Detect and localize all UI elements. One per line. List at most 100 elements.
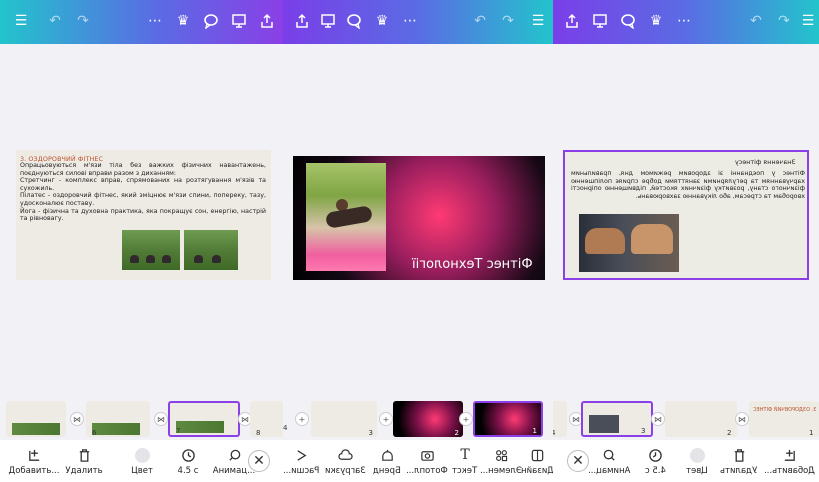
page-number: 6 bbox=[92, 429, 97, 437]
brand-icon bbox=[378, 446, 396, 464]
camera-icon bbox=[418, 446, 436, 464]
page-number: 4 bbox=[553, 429, 556, 437]
share-icon[interactable] bbox=[256, 10, 278, 32]
comment-icon[interactable] bbox=[200, 10, 222, 32]
trash-icon bbox=[730, 446, 748, 464]
page-thumbnail-selected[interactable]: 3 bbox=[581, 401, 653, 437]
animation-icon bbox=[225, 446, 243, 464]
redo-icon[interactable]: ↷ bbox=[497, 10, 519, 32]
animation-icon bbox=[600, 446, 618, 464]
close-icon[interactable]: ✕ bbox=[248, 450, 270, 472]
slide-body: Опрацьовуються м'язи тіла без важких фіз… bbox=[20, 162, 266, 223]
undo-icon[interactable]: ↶ bbox=[469, 10, 491, 32]
page-number: 4 bbox=[283, 424, 288, 432]
delete-button[interactable]: Удалить bbox=[56, 442, 112, 480]
apps-icon bbox=[292, 446, 310, 464]
transition-icon[interactable]: ⋈ bbox=[651, 412, 665, 426]
thumbnail-title: 3. ОЗДОРОВЧИЙ ФІТНЕС bbox=[753, 407, 817, 413]
present-icon[interactable] bbox=[317, 10, 339, 32]
slide-canvas-selected[interactable]: Значення фітнесу Фітнес у поєднанні зі з… bbox=[563, 150, 809, 280]
slide-canvas[interactable]: 3. ОЗДОРОВЧИЙ ФІТНЕС Опрацьовуються м'яз… bbox=[16, 150, 271, 280]
fitness-class-photo[interactable] bbox=[306, 163, 386, 271]
page-number: 1 bbox=[809, 429, 814, 437]
slide-canvas[interactable]: Фітнес Технології bbox=[293, 156, 545, 280]
page-thumbnail[interactable]: 4 bbox=[553, 401, 567, 437]
color-icon bbox=[688, 446, 706, 464]
page-number: 8 bbox=[256, 429, 261, 437]
page-thumbnail[interactable]: 2 bbox=[665, 401, 737, 437]
page-filmstrip: ⋈ 6 ⋈ 7 ⋈ 8 bbox=[0, 398, 283, 438]
page-number: 3 bbox=[641, 427, 646, 435]
slide-paragraph: Йога - фізична та духовна практика, яка … bbox=[20, 207, 266, 223]
color-icon bbox=[133, 446, 151, 464]
crown-icon[interactable]: ♛ bbox=[172, 10, 194, 32]
transition-icon[interactable]: ⋈ bbox=[70, 412, 84, 426]
menu-icon[interactable]: ☰ bbox=[797, 10, 819, 32]
present-icon[interactable] bbox=[228, 10, 250, 32]
timer-icon bbox=[179, 446, 197, 464]
page-thumbnail-selected[interactable]: 7 bbox=[168, 401, 240, 437]
menu-icon[interactable]: ☰ bbox=[10, 10, 32, 32]
transition-icon[interactable]: ⋈ bbox=[154, 412, 168, 426]
page-thumbnail[interactable]: 8 bbox=[250, 401, 283, 437]
slide-title: Значення фітнесу bbox=[734, 158, 796, 166]
top-toolbar: ♛ ⋯ ↶ ↷ ☰ bbox=[553, 0, 819, 44]
present-icon[interactable] bbox=[589, 10, 611, 32]
page-number: 2 bbox=[727, 429, 732, 437]
crown-icon[interactable]: ♛ bbox=[371, 10, 393, 32]
add-page-icon bbox=[25, 446, 43, 464]
editor-panel-middle: ♛ ⋯ ↶ ↷ ☰ Фітнес Технології + 3 + 2 + 1 … bbox=[283, 0, 553, 482]
top-toolbar: ♛ ⋯ ↶ ↷ ☰ bbox=[283, 0, 553, 44]
slide-paragraph: Пілатес - оздоровчий фітнес, який зміцню… bbox=[20, 192, 266, 207]
top-toolbar: ☰ ↶ ↷ ⋯ ♛ bbox=[0, 0, 283, 44]
add-page-icon bbox=[780, 446, 798, 464]
more-icon[interactable]: ⋯ bbox=[399, 10, 421, 32]
transition-icon[interactable]: ⋈ bbox=[735, 412, 749, 426]
undo-icon[interactable]: ↶ bbox=[745, 10, 767, 32]
page-number: 7 bbox=[176, 427, 181, 435]
menu-icon[interactable]: ☰ bbox=[527, 10, 549, 32]
slide-paragraph: Опрацьовуються м'язи тіла без важких фіз… bbox=[20, 162, 266, 177]
comment-icon[interactable] bbox=[343, 10, 365, 32]
page-number: 2 bbox=[454, 429, 459, 437]
park-yoga-photo[interactable] bbox=[122, 230, 180, 270]
redo-icon[interactable]: ↷ bbox=[773, 10, 795, 32]
trash-icon bbox=[75, 446, 93, 464]
page-number: 3 bbox=[368, 429, 373, 437]
redo-icon[interactable]: ↷ bbox=[72, 10, 94, 32]
delete-button[interactable]: Удалить bbox=[711, 442, 767, 480]
crown-icon[interactable]: ♛ bbox=[645, 10, 667, 32]
more-icon[interactable]: ⋯ bbox=[144, 10, 166, 32]
slide-paragraph: Стретчинг - комплекс вправ, спрямованих … bbox=[20, 177, 266, 192]
editor-panel-right: ♛ ⋯ ↶ ↷ ☰ Значення фітнесу Фітнес у поєд… bbox=[553, 0, 819, 482]
design-icon bbox=[528, 446, 546, 464]
editor-toolbar: Расши... Загрузки Бренд Фотопл... T Текс… bbox=[283, 440, 553, 482]
page-toolbar: Добавить... Удалить Цвет 4.5 с Анимац...… bbox=[0, 440, 283, 482]
more-icon[interactable]: ⋯ bbox=[673, 10, 695, 32]
page-thumbnail[interactable]: 3 bbox=[311, 401, 377, 437]
share-icon[interactable] bbox=[291, 10, 313, 32]
undo-icon[interactable]: ↶ bbox=[44, 10, 66, 32]
design-button[interactable]: Дизайн bbox=[509, 442, 553, 480]
add-transition-icon[interactable]: + bbox=[295, 412, 309, 426]
comment-icon[interactable] bbox=[617, 10, 639, 32]
editor-panel-left: ☰ ↶ ↷ ⋯ ♛ 3. ОЗДОРОВЧИЙ ФІТНЕС Опрацьову… bbox=[0, 0, 283, 482]
page-thumbnail-selected[interactable]: 1 bbox=[473, 401, 543, 437]
page-filmstrip: 4 ⋈ 3 ⋈ 2 ⋈ 3. ОЗДОРОВЧИЙ ФІТНЕС 1 bbox=[553, 398, 819, 438]
sprinters-photo[interactable] bbox=[579, 214, 679, 272]
page-thumbnail[interactable]: 2 bbox=[393, 401, 463, 437]
share-icon[interactable] bbox=[561, 10, 583, 32]
slide-body: Фітнес у поєднанні зі здоровим режимом д… bbox=[571, 170, 805, 200]
park-yoga-photo-2[interactable] bbox=[184, 230, 238, 270]
upload-cloud-icon bbox=[336, 446, 354, 464]
page-thumbnail[interactable]: 6 bbox=[86, 401, 150, 437]
slide-title: Фітнес Технології bbox=[412, 257, 533, 272]
add-page-button[interactable]: Добавить... bbox=[761, 442, 817, 480]
add-transition-icon[interactable]: + bbox=[379, 412, 393, 426]
add-page-button[interactable]: Добавить... bbox=[6, 442, 62, 480]
timer-icon bbox=[646, 446, 664, 464]
page-thumbnail[interactable] bbox=[6, 401, 66, 437]
page-thumbnail[interactable]: 3. ОЗДОРОВЧИЙ ФІТНЕС 1 bbox=[749, 401, 819, 437]
page-number: 1 bbox=[532, 427, 537, 435]
add-transition-icon[interactable]: + bbox=[459, 412, 473, 426]
